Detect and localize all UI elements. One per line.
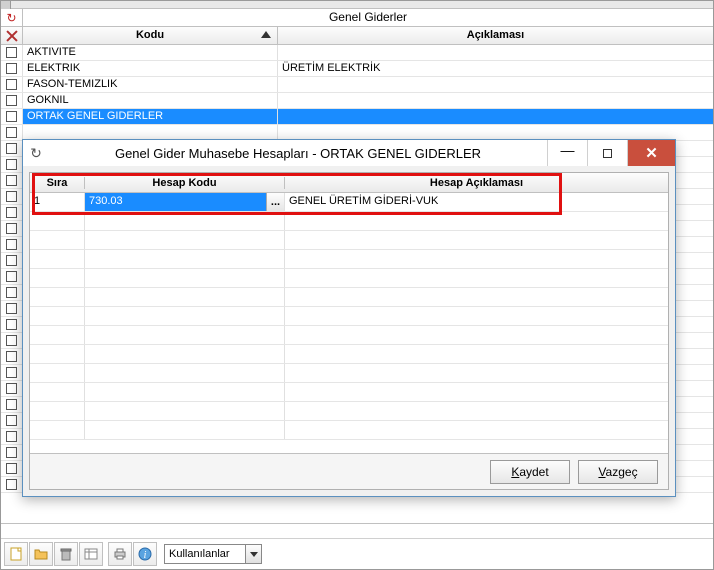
cell-hesap-kodu[interactable]: 730.03 ...: [85, 193, 285, 211]
row-checkbox[interactable]: [6, 239, 17, 250]
cell-kodu: ORTAK GENEL GIDERLER: [23, 109, 278, 124]
select-all-icon[interactable]: [1, 27, 23, 44]
table-row: [30, 307, 668, 326]
dialog-grid-body: 1 730.03 ... GENEL ÜRETİM GİDERİ-VUK: [30, 193, 668, 453]
col-header-kodu-label: Kodu: [136, 29, 164, 41]
dialog-titlebar[interactable]: ↻ Genel Gider Muhasebe Hesapları - ORTAK…: [23, 140, 675, 166]
chevron-down-icon[interactable]: [245, 545, 261, 563]
sort-asc-icon: [261, 31, 271, 38]
row-checkbox[interactable]: [6, 255, 17, 266]
table-row: [30, 288, 668, 307]
table-row: [30, 212, 668, 231]
cell-sira[interactable]: 1: [30, 193, 85, 211]
main-window-title: Genel Giderler: [23, 9, 713, 26]
row-checkbox[interactable]: [6, 351, 17, 362]
table-row: [30, 383, 668, 402]
table-row[interactable]: ORTAK GENEL GIDERLER: [1, 109, 713, 125]
maximize-button[interactable]: [587, 140, 627, 166]
lookup-button[interactable]: ...: [266, 193, 284, 211]
refresh-icon[interactable]: ↻: [23, 145, 49, 162]
col-header-aciklamasi[interactable]: Açıklaması: [278, 27, 713, 44]
table-row: [30, 250, 668, 269]
top-strip-segment: [1, 1, 11, 9]
cell-kodu: AKTIVITE: [23, 45, 278, 60]
vazgec-button[interactable]: Vazgeç: [578, 460, 658, 484]
dialog-grid-header: Sıra Hesap Kodu Hesap Açıklaması: [30, 173, 668, 193]
row-checkbox[interactable]: [6, 143, 17, 154]
row-checkbox[interactable]: [6, 63, 17, 74]
row-checkbox[interactable]: [6, 127, 17, 138]
row-checkbox[interactable]: [6, 79, 17, 90]
new-button[interactable]: [4, 542, 28, 566]
table-row: [30, 231, 668, 250]
row-checkbox[interactable]: [6, 303, 17, 314]
kaydet-button[interactable]: Kaydet: [490, 460, 570, 484]
row-checkbox[interactable]: [6, 191, 17, 202]
cell-acik: [278, 109, 713, 124]
table-row: [30, 326, 668, 345]
row-checkbox[interactable]: [6, 271, 17, 282]
table-row: [30, 269, 668, 288]
dialog-title: Genel Gider Muhasebe Hesapları - ORTAK G…: [49, 146, 547, 161]
row-checkbox[interactable]: [6, 319, 17, 330]
row-checkbox[interactable]: [6, 463, 17, 474]
row-checkbox[interactable]: [6, 383, 17, 394]
table-row: [30, 345, 668, 364]
row-checkbox[interactable]: [6, 367, 17, 378]
row-checkbox[interactable]: [6, 479, 17, 490]
layout-button[interactable]: [79, 542, 103, 566]
svg-text:i: i: [144, 550, 147, 561]
col-header-kodu[interactable]: Kodu: [23, 27, 278, 44]
table-row[interactable]: ELEKTRIK ÜRETİM ELEKTRİK: [1, 61, 713, 77]
cell-hesap-aciklamasi: GENEL ÜRETİM GİDERİ-VUK: [285, 193, 668, 211]
minimize-button[interactable]: —: [547, 140, 587, 166]
dialog-window: ↻ Genel Gider Muhasebe Hesapları - ORTAK…: [22, 139, 676, 497]
col-header-hesap-kodu[interactable]: Hesap Kodu: [85, 177, 285, 189]
dialog-content: Sıra Hesap Kodu Hesap Açıklaması 1 730.0…: [29, 172, 669, 490]
cell-acik: ÜRETİM ELEKTRİK: [278, 61, 713, 76]
open-button[interactable]: [29, 542, 53, 566]
row-checkbox[interactable]: [6, 287, 17, 298]
table-row[interactable]: 1 730.03 ... GENEL ÜRETİM GİDERİ-VUK: [30, 193, 668, 212]
filter-combo-value: Kullanılanlar: [165, 548, 245, 560]
table-row[interactable]: FASON-TEMIZLIK: [1, 77, 713, 93]
row-checkbox[interactable]: [6, 207, 17, 218]
cell-acik: [278, 77, 713, 92]
cell-kodu: GOKNIL: [23, 93, 278, 108]
main-window-title-row: ↻ Genel Giderler: [1, 9, 713, 27]
row-checkbox[interactable]: [6, 399, 17, 410]
col-header-sira[interactable]: Sıra: [30, 177, 85, 189]
info-button[interactable]: i: [133, 542, 157, 566]
hesap-kodu-value[interactable]: 730.03: [85, 193, 266, 211]
table-row: [30, 364, 668, 383]
row-checkbox[interactable]: [6, 95, 17, 106]
table-row[interactable]: GOKNIL: [1, 93, 713, 109]
row-checkbox[interactable]: [6, 175, 17, 186]
print-button[interactable]: [108, 542, 132, 566]
col-header-hesap-aciklamasi[interactable]: Hesap Açıklaması: [285, 177, 668, 189]
delete-button[interactable]: [54, 542, 78, 566]
row-checkbox[interactable]: [6, 335, 17, 346]
filter-combo[interactable]: Kullanılanlar: [164, 544, 262, 564]
main-grid-header: Kodu Açıklaması: [1, 27, 713, 45]
cell-acik: [278, 45, 713, 60]
table-row: [30, 402, 668, 421]
row-checkbox[interactable]: [6, 223, 17, 234]
row-checkbox[interactable]: [6, 111, 17, 122]
refresh-icon[interactable]: ↻: [1, 9, 23, 26]
row-checkbox[interactable]: [6, 415, 17, 426]
row-checkbox[interactable]: [6, 159, 17, 170]
top-strip: [1, 1, 713, 9]
cell-kodu: FASON-TEMIZLIK: [23, 77, 278, 92]
dialog-footer: Kaydet Vazgeç: [30, 453, 668, 489]
row-checkbox[interactable]: [6, 447, 17, 458]
table-row[interactable]: AKTIVITE: [1, 45, 713, 61]
bottom-toolbar: i Kullanılanlar: [1, 523, 713, 569]
cell-kodu: ELEKTRIK: [23, 61, 278, 76]
table-row: [30, 421, 668, 440]
close-button[interactable]: ✕: [627, 140, 675, 166]
row-checkbox[interactable]: [6, 431, 17, 442]
cell-acik: [278, 93, 713, 108]
row-checkbox[interactable]: [6, 47, 17, 58]
